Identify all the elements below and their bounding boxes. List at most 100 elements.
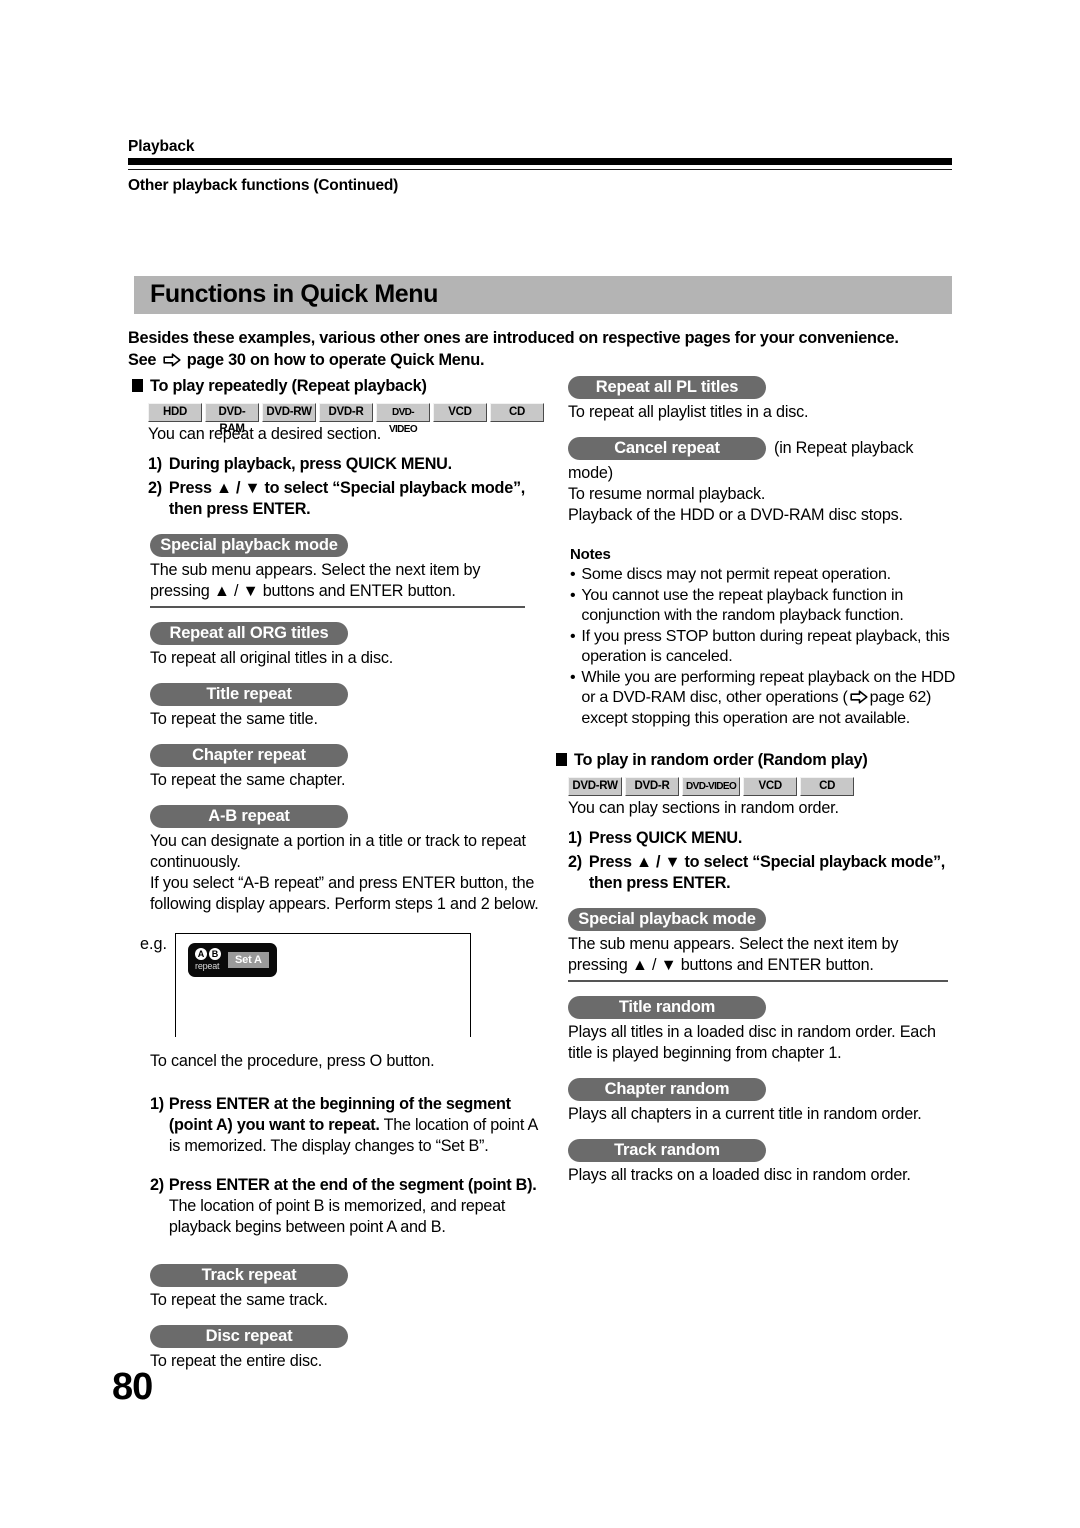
bullet-icon: • — [570, 585, 576, 604]
ab-repeat-procedure: 1) Press ENTER at the beginning of the s… — [150, 1094, 544, 1238]
chapter-repeat-description: To repeat the same chapter. — [150, 770, 346, 789]
intro-line-1: Besides these examples, various other on… — [128, 329, 899, 347]
divider — [150, 606, 525, 608]
notes-title: Notes — [570, 546, 611, 563]
chapter-repeat-block: Chapter repeat To repeat the same chapte… — [132, 743, 544, 791]
disc-badge: CD — [800, 777, 855, 796]
bullet-icon: • — [570, 626, 576, 645]
step-number: 2) — [148, 479, 162, 497]
list-item: 1) Press QUICK MENU. — [568, 828, 956, 849]
right-column: Repeat all PL titles To repeat all playl… — [556, 376, 956, 1186]
right-arrow-icon — [162, 352, 181, 367]
menu-item-track-random[interactable]: Track random — [568, 1138, 766, 1162]
step-text: Press ▲ / ▼ to select “Special playback … — [168, 479, 526, 518]
list-item: 2) Press ENTER at the end of the segment… — [150, 1175, 544, 1238]
step-text: During playback, press QUICK MENU. — [168, 455, 452, 473]
section-title-band: Functions in Quick Menu — [134, 276, 952, 314]
list-item: • While you are performing repeat playba… — [570, 667, 956, 729]
disc-repeat-block: Disc repeat To repeat the entire disc. — [132, 1324, 544, 1372]
track-random-block: Track random Plays all tracks on a loade… — [556, 1138, 956, 1186]
note-text: Some discs may not permit repeat operati… — [581, 565, 891, 583]
cancel-procedure-note: To cancel the procedure, press O button. — [150, 1051, 435, 1070]
menu-item-special-playback-mode[interactable]: Special playback mode — [150, 534, 348, 557]
ab-repeat-block: A-B repeat You can designate a portion i… — [132, 804, 544, 915]
ab-repeat-example: e.g. A B repeat Set A — [140, 932, 544, 1037]
menu-item-special-playback-mode-random[interactable]: Special playback mode — [568, 908, 766, 931]
osd-example-frame: A B repeat Set A — [175, 932, 472, 1037]
track-repeat-description: To repeat the same track. — [150, 1290, 328, 1309]
disc-badge: VCD — [743, 777, 798, 796]
menu-item-chapter-repeat[interactable]: Chapter repeat — [150, 743, 348, 767]
disc-format-badges-random: DVD-RW DVD-R DVD-VIDEO VCD CD — [568, 777, 956, 796]
repeat-all-org-titles-block: Repeat all ORG titles To repeat all orig… — [132, 621, 544, 669]
menu-item-title-repeat[interactable]: Title repeat — [150, 682, 348, 706]
list-item: • Some discs may not permit repeat opera… — [570, 564, 956, 585]
left-column: To play repeatedly (Repeat playback) HDD… — [132, 376, 544, 1372]
title-random-block: Title random Plays all titles in a loade… — [556, 995, 956, 1064]
list-item: 2) Press ▲ / ▼ to select “Special playba… — [148, 478, 544, 520]
title-repeat-block: Title repeat To repeat the same title. — [132, 682, 544, 730]
chapter-random-block: Chapter random Plays all chapters in a c… — [556, 1077, 956, 1125]
menu-item-repeat-all-pl-titles[interactable]: Repeat all PL titles — [568, 376, 766, 399]
menu-item-ab-repeat[interactable]: A-B repeat — [150, 804, 348, 828]
page-number: 80 — [112, 1366, 153, 1408]
list-item: • If you press STOP button during repeat… — [570, 626, 956, 667]
divider — [568, 980, 948, 982]
procedure-detail: The location of point B is memorized, an… — [168, 1196, 506, 1236]
disc-badge: CD — [490, 403, 544, 422]
osd-set-a-button[interactable]: Set A — [228, 951, 269, 968]
title-random-description: Plays all titles in a loaded disc in ran… — [568, 1022, 936, 1062]
chapter-random-description: Plays all chapters in a current title in… — [568, 1104, 922, 1123]
list-item: 1) During playback, press QUICK MENU. — [148, 454, 544, 475]
repeat-all-org-titles-description: To repeat all original titles in a disc. — [150, 648, 394, 667]
square-bullet-icon — [556, 753, 567, 766]
repeat-steps-list: 1) During playback, press QUICK MENU. 2)… — [148, 454, 544, 520]
list-item: 2) Press ▲ / ▼ to select “Special playba… — [568, 852, 956, 894]
step-text: Press ▲ / ▼ to select “Special playback … — [588, 853, 946, 892]
square-bullet-icon — [132, 379, 143, 392]
example-label: e.g. — [140, 934, 168, 953]
header-rule-thick — [128, 158, 952, 165]
disc-badge: VCD — [433, 403, 487, 422]
disc-badge: HDD — [148, 403, 202, 422]
list-item: • You cannot use the repeat playback fun… — [570, 585, 956, 626]
procedure-number: 1) — [150, 1094, 164, 1113]
repeat-all-pl-titles-block: Repeat all PL titles To repeat all playl… — [556, 376, 956, 423]
step-number: 1) — [148, 455, 162, 473]
disc-badge: DVD-RAM — [205, 403, 259, 435]
procedure-number: 2) — [150, 1175, 164, 1194]
track-repeat-block: Track repeat To repeat the same track. — [132, 1263, 544, 1311]
menu-item-cancel-repeat[interactable]: Cancel repeat — [568, 437, 766, 460]
left-lead-text: You can repeat a desired section. — [148, 425, 382, 443]
ab-repeat-description-1: You can designate a portion in a title o… — [150, 831, 526, 871]
running-header-section: Playback — [128, 138, 195, 155]
menu-item-track-repeat[interactable]: Track repeat — [150, 1263, 348, 1287]
disc-badge: DVD-VIDEO — [376, 403, 430, 435]
random-special-playback-mode-description: The sub menu appears. Select the next it… — [568, 935, 899, 974]
disc-format-badges-repeat: HDD DVD-RAM DVD-RW DVD-R DVD-VIDEO VCD C… — [148, 403, 544, 435]
menu-item-title-random[interactable]: Title random — [568, 995, 766, 1019]
menu-item-disc-repeat[interactable]: Disc repeat — [150, 1324, 348, 1348]
special-playback-mode-description: The sub menu appears. Select the next it… — [150, 561, 481, 600]
intro-see-label: See — [128, 350, 157, 369]
ab-repeat-description-2: If you select “A-B repeat” and press ENT… — [150, 873, 539, 913]
osd-ab-repeat-indicator: A B repeat Set A — [188, 942, 277, 977]
disc-repeat-description: To repeat the entire disc. — [150, 1351, 323, 1370]
special-playback-mode-block: Special playback mode The sub menu appea… — [132, 534, 544, 608]
right-arrow-icon — [850, 690, 868, 704]
page-title: Functions in Quick Menu — [150, 280, 439, 308]
menu-item-repeat-all-org-titles[interactable]: Repeat all ORG titles — [150, 621, 348, 645]
step-number: 1) — [568, 829, 582, 847]
point-b-icon: B — [209, 948, 222, 961]
cancel-repeat-description: mode) To resume normal playback. Playbac… — [568, 464, 903, 524]
procedure-heading: Press ENTER at the end of the segment (p… — [168, 1175, 537, 1194]
running-header: Playback Other playback functions (Conti… — [128, 138, 952, 195]
step-number: 2) — [568, 853, 582, 871]
right-heading-text: To play in random order (Random play) — [574, 751, 868, 769]
cancel-repeat-suffix: (in Repeat playback — [774, 439, 914, 457]
disc-badge: DVD-RW — [262, 403, 316, 422]
bullet-icon: • — [570, 565, 576, 583]
track-random-description: Plays all tracks on a loaded disc in ran… — [568, 1165, 911, 1184]
menu-item-chapter-random[interactable]: Chapter random — [568, 1077, 766, 1101]
cancel-repeat-block: Cancel repeat (in Repeat playback mode) … — [556, 437, 956, 526]
